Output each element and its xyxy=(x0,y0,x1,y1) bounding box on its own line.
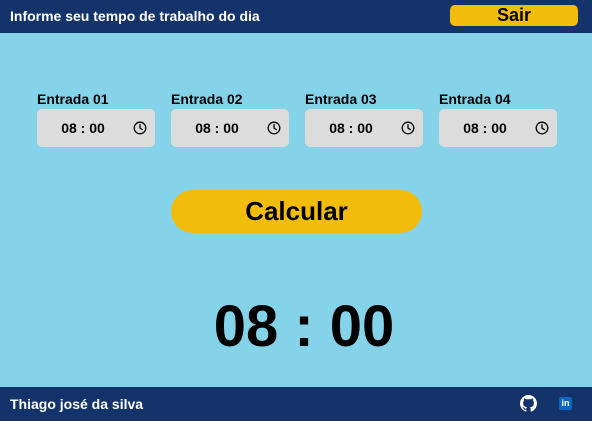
time-input-value[interactable]: 08 : 00 xyxy=(171,109,263,147)
author-name: Thiago josé da silva xyxy=(10,396,144,412)
time-input[interactable]: 08 : 00 xyxy=(439,109,557,147)
entry-group-1: Entrada 01 08 : 00 xyxy=(37,91,155,147)
linkedin-icon[interactable]: in xyxy=(559,397,572,410)
entry-label: Entrada 04 xyxy=(439,91,511,107)
clock-icon[interactable] xyxy=(133,121,147,135)
footer-bar: Thiago josé da silva in xyxy=(0,387,592,421)
page-title: Informe seu tempo de trabalho do dia xyxy=(10,8,260,24)
time-input-value[interactable]: 08 : 00 xyxy=(37,109,129,147)
header-bar: Informe seu tempo de trabalho do dia Sai… xyxy=(0,0,592,33)
result-display: 08 : 00 xyxy=(213,293,395,359)
time-input[interactable]: 08 : 00 xyxy=(305,109,423,147)
logout-button[interactable]: Sair xyxy=(450,5,578,26)
time-input-value[interactable]: 08 : 00 xyxy=(305,109,397,147)
clock-icon[interactable] xyxy=(535,121,549,135)
time-input-value[interactable]: 08 : 00 xyxy=(439,109,531,147)
entry-label: Entrada 03 xyxy=(305,91,377,107)
clock-icon[interactable] xyxy=(401,121,415,135)
entry-label: Entrada 01 xyxy=(37,91,109,107)
entry-group-2: Entrada 02 08 : 00 xyxy=(171,91,289,147)
entry-group-3: Entrada 03 08 : 00 xyxy=(305,91,423,147)
time-input[interactable]: 08 : 00 xyxy=(171,109,289,147)
entry-group-4: Entrada 04 08 : 00 xyxy=(439,91,557,147)
entry-label: Entrada 02 xyxy=(171,91,243,107)
calculate-button[interactable]: Calcular xyxy=(171,190,422,233)
github-icon[interactable] xyxy=(520,395,537,412)
linkedin-icon-text: in xyxy=(561,398,570,408)
clock-icon[interactable] xyxy=(267,121,281,135)
time-input[interactable]: 08 : 00 xyxy=(37,109,155,147)
